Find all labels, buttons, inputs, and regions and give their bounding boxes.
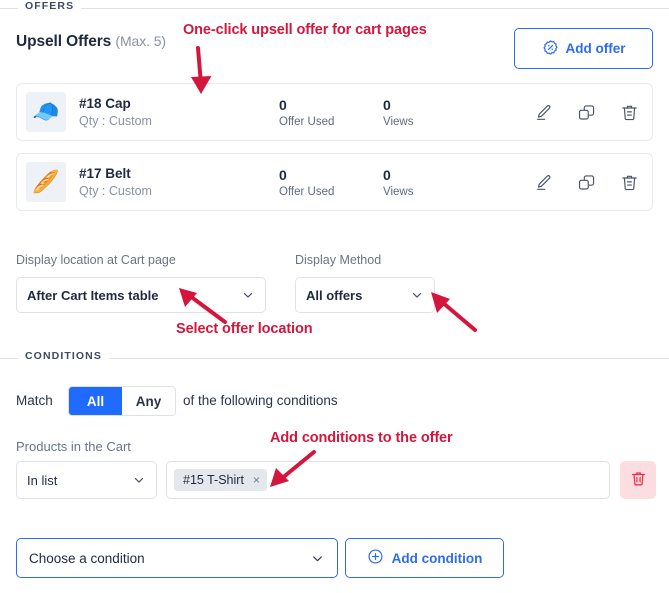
chevron-down-icon [410,288,424,302]
annotation-upsell-text: One-click upsell offer for cart pages [183,22,427,38]
close-icon[interactable]: × [253,473,260,487]
match-all-button[interactable]: All [69,387,122,415]
offer-views-label: Views [383,115,414,128]
edit-offer-button[interactable] [534,173,553,192]
edit-icon [534,104,553,125]
trash-icon [630,470,647,490]
offers-section-legend: OFFERS [18,0,82,12]
row-actions [534,173,639,192]
display-location-value: After Cart Items table [27,287,159,303]
delete-condition-button[interactable] [620,461,656,499]
percent-badge-icon [542,39,559,59]
add-condition-button[interactable]: Add condition [345,538,504,578]
annotation-location-text: Select offer location [176,321,313,337]
match-suffix-label: of the following conditions [183,393,338,408]
offer-used-stat: 0 Offer Used [279,167,383,198]
duplicate-offer-button[interactable] [577,173,596,192]
condition-values-input[interactable]: #15 T-Shirt × [166,461,610,499]
row-actions [534,103,639,122]
offer-views-stat: 0 Views [383,167,469,198]
edit-offer-button[interactable] [534,103,553,122]
annotation-conditions-text: Add conditions to the offer [270,430,453,446]
add-condition-label: Add condition [391,550,483,566]
add-offer-button[interactable]: Add offer [514,28,653,69]
delete-offer-button[interactable] [620,103,639,122]
display-method-value: All offers [306,287,363,303]
delete-offer-button[interactable] [620,173,639,192]
delete-icon [620,105,639,125]
display-location-select[interactable]: After Cart Items table [16,277,266,313]
offer-used-value: 0 [279,96,287,113]
delete-icon [620,175,639,195]
product-thumbnail: 🥖 [26,162,66,202]
offers-max-note: (Max. 5) [115,33,166,49]
table-row[interactable]: 🥖 #17 Belt Qty : Custom 0 Offer Used 0 V… [16,153,653,211]
display-method-select[interactable]: All offers [295,277,435,313]
match-any-button[interactable]: Any [122,387,175,415]
condition-operator-select[interactable]: In list [16,461,157,499]
offer-views-value: 0 [383,166,391,183]
offer-qty: Qty : Custom [79,114,152,128]
match-prefix-label: Match [16,393,53,408]
condition-tag-label: #15 T-Shirt [183,473,244,487]
conditions-section-legend: CONDITIONS [18,350,109,362]
edit-icon [534,174,553,195]
offers-heading-text: Upsell Offers [16,33,112,50]
offer-used-stat: 0 Offer Used [279,97,383,128]
offer-title: #18 Cap [79,96,131,111]
duplicate-offer-button[interactable] [577,103,596,122]
offer-views-value: 0 [383,96,391,113]
offer-info: #17 Belt Qty : Custom [79,166,279,198]
offer-info: #18 Cap Qty : Custom [79,96,279,128]
offer-used-label: Offer Used [279,115,335,128]
page-title: Upsell Offers (Max. 5) [16,33,166,51]
offer-used-label: Offer Used [279,185,335,198]
offer-views-label: Views [383,185,414,198]
chevron-down-icon [132,473,146,487]
plus-circle-icon [367,548,384,568]
chevron-down-icon [310,551,325,566]
offer-used-value: 0 [279,166,287,183]
display-method-label: Display Method [295,253,382,267]
choose-condition-value: Choose a condition [29,550,145,566]
condition-field-label: Products in the Cart [16,439,131,454]
offer-title: #17 Belt [79,166,131,181]
duplicate-icon [577,104,596,125]
display-location-label: Display location at Cart page [16,253,176,267]
offers-section-divider [0,8,669,9]
add-offer-label: Add offer [565,41,626,56]
table-row[interactable]: 🧢 #18 Cap Qty : Custom 0 Offer Used 0 Vi… [16,83,653,141]
offer-qty: Qty : Custom [79,184,152,198]
duplicate-icon [577,174,596,195]
condition-tag[interactable]: #15 T-Shirt × [174,469,267,491]
choose-condition-select[interactable]: Choose a condition [16,538,338,578]
product-thumbnail: 🧢 [26,92,66,132]
chevron-down-icon [241,288,255,302]
condition-operator-value: In list [27,472,58,488]
match-type-toggle: All Any [68,386,176,416]
offer-settings-panel: OFFERS Upsell Offers (Max. 5) Add offer … [0,0,669,593]
offer-views-stat: 0 Views [383,97,469,128]
